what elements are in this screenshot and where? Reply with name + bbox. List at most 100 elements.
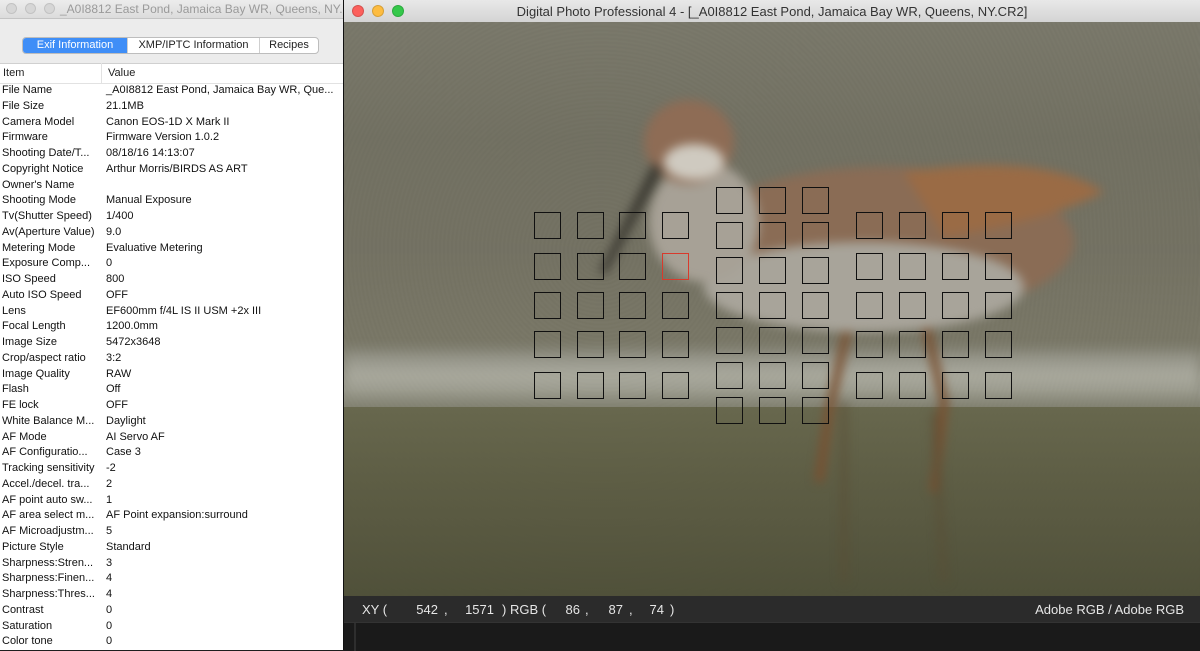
af-point (759, 187, 786, 214)
exif-row[interactable]: AF Configuratio... Case 3 (0, 446, 343, 462)
exif-row[interactable]: Tracking sensitivity -2 (0, 462, 343, 478)
exif-item-value: 5 (106, 525, 113, 537)
exif-row[interactable]: File Size 21.1MB (0, 100, 343, 116)
exif-row[interactable]: Auto ISO Speed OFF (0, 289, 343, 305)
exif-row[interactable]: Av(Aperture Value) 9.0 (0, 226, 343, 242)
af-point (899, 292, 926, 319)
af-point (716, 257, 743, 284)
tab-exif-information[interactable]: Exif Information (23, 38, 127, 53)
af-point (759, 257, 786, 284)
exif-row[interactable]: ISO Speed 800 (0, 273, 343, 289)
af-point (899, 253, 926, 280)
exif-row[interactable]: Image Size 5472x3648 (0, 336, 343, 352)
exif-row[interactable]: Flash Off (0, 383, 343, 399)
exif-item-label: Lens (2, 304, 26, 317)
exif-row[interactable]: AF area select m... AF Point expansion:su… (0, 509, 343, 525)
exif-row[interactable]: Sharpness:Finen... 4 (0, 572, 343, 588)
exif-row[interactable]: Exposure Comp... 0 (0, 257, 343, 273)
exif-item-label: Accel./decel. tra... (2, 477, 90, 490)
exif-item-value: Daylight (106, 414, 146, 427)
exif-item-label: Color tone (2, 635, 53, 648)
af-point (577, 253, 604, 280)
column-header-value[interactable]: Value (102, 63, 135, 83)
af-point (899, 331, 926, 358)
exif-row[interactable]: Sharpness:Stren... 3 (0, 557, 343, 573)
exif-item-label: AF point auto sw... (2, 493, 93, 506)
exif-item-label: File Name (2, 84, 53, 96)
zoom-button[interactable] (44, 3, 55, 14)
exif-row[interactable]: Lens EF600mm f/4L IS II USM +2x III (0, 305, 343, 321)
exif-item-value: 21.1MB (106, 99, 144, 112)
exif-item-label: White Balance M... (2, 414, 95, 427)
exif-row[interactable]: AF Microadjustm... 5 (0, 525, 343, 541)
exif-item-value: AF Point expansion:surround (106, 509, 248, 522)
exif-item-value: 0 (106, 603, 113, 616)
exif-row[interactable]: FE lock OFF (0, 399, 343, 415)
exif-item-value: 3:2 (106, 351, 122, 364)
exif-row[interactable]: Crop/aspect ratio 3:2 (0, 352, 343, 368)
af-point (899, 372, 926, 399)
exif-row[interactable]: Contrast 0 (0, 604, 343, 620)
blue-value: 74 (649, 602, 664, 617)
exif-item-label: AF Mode (2, 430, 47, 443)
af-point (619, 372, 646, 399)
exif-row[interactable]: Metering Mode Evaluative Metering (0, 242, 343, 258)
af-point (716, 292, 743, 319)
exif-row[interactable]: AF point auto sw... 1 (0, 494, 343, 510)
af-point (759, 292, 786, 319)
tab-recipes[interactable]: Recipes (259, 38, 318, 53)
exif-item-label: Image Size (2, 336, 58, 348)
exif-item-value: Standard (106, 540, 151, 553)
exif-item-value: Off (106, 383, 121, 396)
x-coordinate: 542 (416, 602, 438, 617)
exif-item-label: AF Configuratio... (2, 446, 88, 459)
exif-row[interactable]: Accel./decel. tra... 2 (0, 478, 343, 494)
exif-row[interactable]: Image Quality RAW (0, 368, 343, 384)
exif-row[interactable]: Owner's Name (0, 179, 343, 195)
minimize-button[interactable] (25, 3, 36, 14)
exif-row[interactable]: Sharpness:Thres... 4 (0, 588, 343, 604)
exif-item-value: 08/18/16 14:13:07 (106, 147, 195, 159)
af-point (716, 397, 743, 424)
exif-row[interactable]: Camera Model Canon EOS-1D X Mark II (0, 116, 343, 132)
exif-row[interactable]: Focal Length 1200.0mm (0, 320, 343, 336)
af-point (662, 331, 689, 358)
exif-row[interactable]: Color tone 0 (0, 635, 343, 650)
exif-item-value: 0 (106, 619, 113, 632)
af-point (985, 331, 1012, 358)
exif-row[interactable]: Shooting Mode Manual Exposure (0, 194, 343, 210)
af-point (802, 362, 829, 389)
info-titlebar: _A0I8812 East Pond, Jamaica Bay WR, Quee… (0, 0, 343, 19)
exif-item-label: Owner's Name (2, 178, 75, 191)
af-point (759, 222, 786, 249)
exif-row[interactable]: Firmware Firmware Version 1.0.2 (0, 131, 343, 147)
exif-item-label: Firmware (2, 131, 48, 144)
exif-row[interactable]: Picture Style Standard (0, 541, 343, 557)
af-point (856, 212, 883, 239)
af-point (577, 292, 604, 319)
exif-row[interactable]: File Name _A0I8812 East Pond, Jamaica Bay… (0, 84, 343, 100)
exif-row[interactable]: Copyright Notice Arthur Morris/BIRDS AS A… (0, 163, 343, 179)
exif-item-value: 1200.0mm (106, 320, 158, 333)
viewer-window-title: Digital Photo Professional 4 - [_A0I8812… (516, 4, 1028, 19)
af-point (985, 372, 1012, 399)
viewer-titlebar: Digital Photo Professional 4 - [_A0I8812… (344, 0, 1200, 23)
exif-item-label: File Size (2, 99, 45, 112)
exif-item-label: Auto ISO Speed (2, 288, 82, 301)
photo-canvas[interactable] (344, 22, 1200, 596)
tab-xmp-iptc-information[interactable]: XMP/IPTC Information (127, 38, 259, 53)
exif-row[interactable]: Shooting Date/T... 08/18/16 14:13:07 (0, 147, 343, 163)
close-button[interactable] (6, 3, 17, 14)
exif-row[interactable]: Saturation 0 (0, 620, 343, 636)
exif-row[interactable]: Tv(Shutter Speed) 1/400 (0, 210, 343, 226)
af-point (716, 222, 743, 249)
exif-item-label: Flash (2, 383, 29, 396)
exif-item-label: Crop/aspect ratio (2, 351, 86, 364)
exif-item-value: 3 (106, 556, 113, 569)
column-header-item[interactable]: Item (0, 63, 102, 83)
exif-row[interactable]: White Balance M... Daylight (0, 415, 343, 431)
exif-item-value: Manual Exposure (106, 194, 192, 207)
af-point (662, 372, 689, 399)
exif-row[interactable]: AF Mode AI Servo AF (0, 431, 343, 447)
exif-item-label: AF Microadjustm... (2, 525, 94, 537)
